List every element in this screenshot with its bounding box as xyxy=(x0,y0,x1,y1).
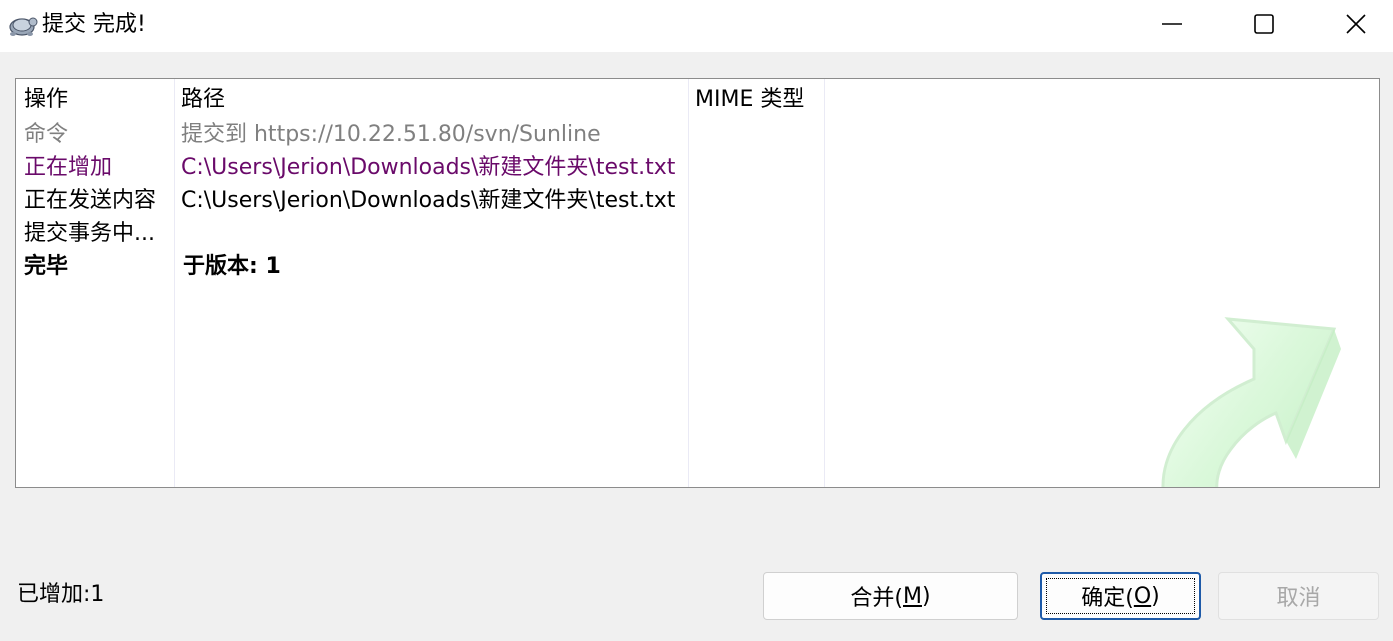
close-icon xyxy=(1346,14,1366,34)
column-separator xyxy=(688,79,689,487)
row-action[interactable]: 完毕 xyxy=(24,250,68,283)
merge-button-label: 合并( xyxy=(850,586,903,611)
title-bar: 提交 完成! xyxy=(0,0,1393,52)
ok-hotkey: O xyxy=(1133,583,1152,609)
row-path[interactable]: C:\Users\Jerion\Downloads\新建文件夹\test.txt xyxy=(181,184,675,217)
commit-arrow-icon xyxy=(1161,317,1341,487)
close-button[interactable] xyxy=(1310,0,1393,48)
merge-button-suffix: ) xyxy=(921,583,931,609)
tortoise-svn-icon xyxy=(9,17,38,36)
minimize-icon xyxy=(1162,23,1182,25)
column-header-action[interactable]: 操作 xyxy=(24,83,68,116)
column-header-mime[interactable]: MIME 类型 xyxy=(695,83,804,116)
row-path[interactable]: C:\Users\Jerion\Downloads\新建文件夹\test.txt xyxy=(181,151,675,184)
maximize-icon xyxy=(1254,14,1274,34)
ok-button[interactable]: 确定(O) xyxy=(1040,572,1201,620)
cancel-button[interactable]: 取消 xyxy=(1218,572,1379,620)
maximize-button[interactable] xyxy=(1218,0,1310,48)
row-path[interactable]: 提交到 https://10.22.51.80/svn/Sunline xyxy=(181,118,601,151)
column-header-path[interactable]: 路径 xyxy=(181,83,225,116)
row-path[interactable]: 于版本: 1 xyxy=(183,250,281,283)
status-added-count: 已增加:1 xyxy=(17,582,105,607)
merge-hotkey: M xyxy=(903,583,922,609)
ok-button-focus: 确定(O) xyxy=(1042,574,1199,618)
row-action[interactable]: 正在发送内容 xyxy=(24,184,156,217)
window-title: 提交 完成! xyxy=(42,12,146,37)
minimize-button[interactable] xyxy=(1126,0,1218,48)
commit-log-list[interactable]: 操作 路径 MIME 类型 命令 提交到 https://10.22.51.80… xyxy=(15,78,1380,488)
ok-button-suffix: ) xyxy=(1151,583,1160,609)
row-action[interactable]: 命令 xyxy=(24,118,68,151)
row-action[interactable]: 提交事务中... xyxy=(24,217,155,250)
column-separator xyxy=(824,79,825,487)
column-separator xyxy=(174,79,175,487)
merge-button[interactable]: 合并(M) xyxy=(763,572,1018,620)
row-action[interactable]: 正在增加 xyxy=(24,151,112,184)
ok-button-label: 确定( xyxy=(1081,586,1134,611)
